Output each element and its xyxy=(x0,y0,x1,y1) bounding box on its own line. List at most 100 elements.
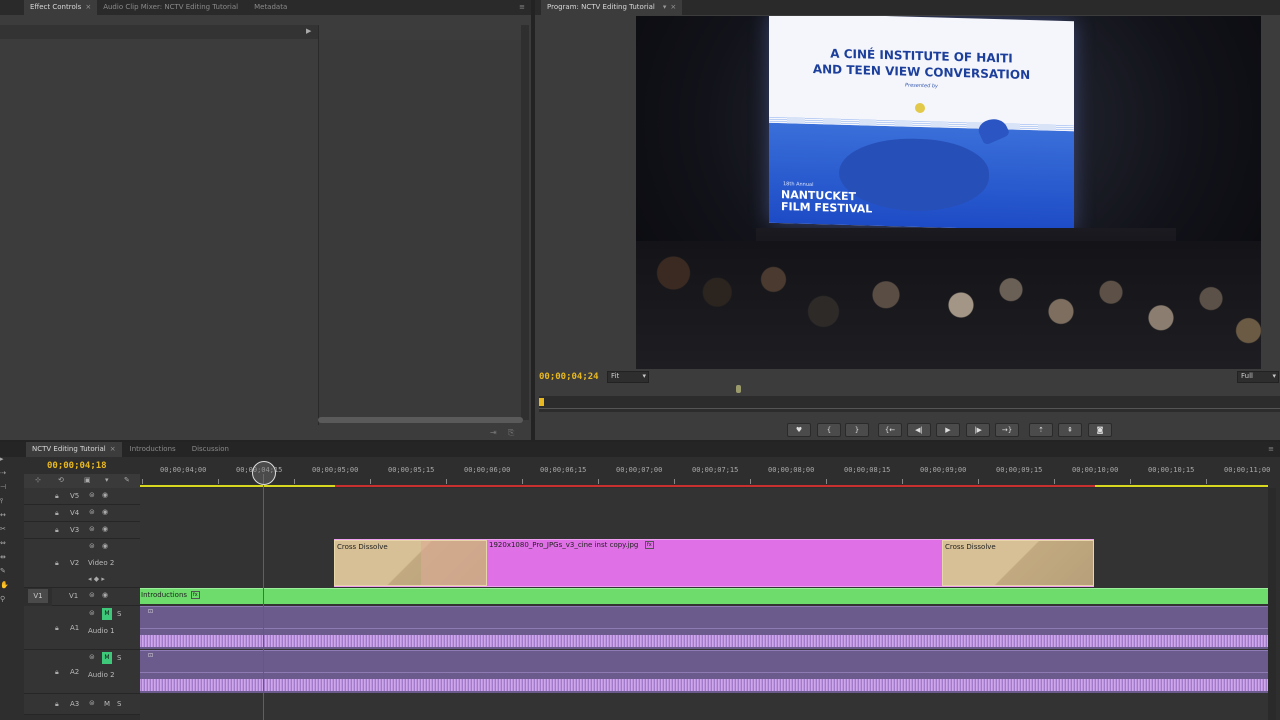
close-icon[interactable]: × xyxy=(110,445,116,453)
lock-icon[interactable]: 🔒︎ xyxy=(55,559,59,568)
quality-dropdown[interactable]: Full ▾ xyxy=(1237,371,1279,383)
sync-lock-icon[interactable]: ⊜ xyxy=(89,653,95,661)
rolling-edit-tool-icon[interactable]: ⫯ xyxy=(0,494,10,508)
mark-out-button[interactable]: } xyxy=(845,423,869,437)
sync-lock-icon[interactable]: ⊜ xyxy=(89,491,95,499)
fx-badge-icon[interactable]: ⊡ xyxy=(148,608,153,615)
eye-icon[interactable]: ◉ xyxy=(102,525,108,533)
tab-audio-clip-mixer[interactable]: Audio Clip Mixer: NCTV Editing Tutorial xyxy=(97,0,244,15)
mute-button[interactable]: M xyxy=(102,608,112,620)
sync-lock-icon[interactable]: ⊜ xyxy=(89,609,95,617)
add-marker-button[interactable]: ♥ xyxy=(787,423,811,437)
sync-lock-icon[interactable]: ⊜ xyxy=(89,591,95,599)
lock-icon[interactable]: 🔒︎ xyxy=(55,700,59,709)
horizontal-scrollbar[interactable] xyxy=(318,417,523,423)
extract-button[interactable]: ⇞ xyxy=(1058,423,1082,437)
mark-in-button[interactable]: { xyxy=(817,423,841,437)
play-button[interactable]: ▶ xyxy=(936,423,960,437)
export-icon[interactable]: ⇥ xyxy=(490,428,497,437)
step-back-button[interactable]: ◀| xyxy=(907,423,931,437)
work-area-bar-yellow-end[interactable] xyxy=(1095,485,1268,487)
sync-lock-icon[interactable]: ⊜ xyxy=(89,525,95,533)
eye-icon[interactable]: ◉ xyxy=(102,508,108,516)
mute-button[interactable]: M xyxy=(102,652,112,664)
eye-icon[interactable]: ◉ xyxy=(102,591,108,599)
close-icon[interactable]: × xyxy=(670,3,676,11)
lock-icon[interactable]: 🔒︎ xyxy=(55,668,59,677)
ripple-edit-tool-icon[interactable]: ⊣ xyxy=(0,480,10,494)
transition-cross-dissolve-1[interactable]: Cross Dissolve xyxy=(334,540,487,586)
fit-dropdown[interactable]: Fit ▾ xyxy=(607,371,649,383)
zoom-tool-icon[interactable]: ⚲ xyxy=(0,592,10,606)
vertical-scrollbar[interactable] xyxy=(521,25,529,420)
camera-icon[interactable]: ◙ xyxy=(1088,423,1112,437)
razor-tool-icon[interactable]: ✂ xyxy=(0,522,10,536)
tab-nctv-editing-tutorial[interactable]: NCTV Editing Tutorial × xyxy=(26,442,122,457)
slip-tool-icon[interactable]: ⇔ xyxy=(0,536,10,550)
lift-button[interactable]: ⇡ xyxy=(1029,423,1053,437)
sync-lock-icon[interactable]: ⊜ xyxy=(89,699,95,707)
playhead-handle[interactable] xyxy=(252,461,276,485)
work-area-bar-yellow[interactable] xyxy=(140,485,335,487)
fx-badge[interactable]: fx xyxy=(645,541,654,549)
solo-button[interactable]: S xyxy=(117,610,121,618)
mini-timeline[interactable] xyxy=(539,396,1280,412)
timeline-vertical-scrollbar[interactable] xyxy=(1268,488,1276,720)
pen-tool-icon[interactable]: ✎ xyxy=(0,564,10,578)
sync-lock-icon[interactable]: ⊜ xyxy=(89,542,95,550)
lock-icon[interactable]: 🔒︎ xyxy=(55,526,59,535)
work-area-bar-red[interactable] xyxy=(335,485,1095,487)
zoom-handle[interactable] xyxy=(736,385,741,393)
eye-icon[interactable]: ◉ xyxy=(102,542,108,550)
keyframe-nav-icon[interactable]: ◂ ◆ ▸ xyxy=(88,575,105,583)
panel-menu-icon[interactable]: ≡ xyxy=(513,0,531,15)
tab-discussion[interactable]: Discussion xyxy=(186,442,235,457)
tab-program[interactable]: Program: NCTV Editing Tutorial ▾ × xyxy=(541,0,683,15)
lock-icon[interactable]: 🔒︎ xyxy=(55,492,59,501)
time-ruler[interactable]: 00;00;04;00 00;00;04;15 00;00;05;00 00;00;0… xyxy=(140,466,1270,488)
fx-badge[interactable]: fx xyxy=(191,591,200,599)
effect-panel-tabbar: Effect Controls × Audio Clip Mixer: NCTV … xyxy=(0,0,531,15)
selection-tool-icon[interactable]: ▸ xyxy=(0,452,10,466)
go-to-out-button[interactable]: →} xyxy=(995,423,1019,437)
transition-cross-dissolve-2[interactable]: Cross Dissolve xyxy=(942,540,1094,586)
playhead-marker[interactable] xyxy=(539,398,544,406)
lock-icon[interactable]: 🔒︎ xyxy=(55,624,59,633)
source-patch-v1[interactable]: V1 xyxy=(28,589,48,603)
marker-icon[interactable]: ▾ xyxy=(105,476,109,484)
slide-tool-icon[interactable]: ⇹ xyxy=(0,550,10,564)
lock-icon[interactable]: 🔒︎ xyxy=(55,509,59,518)
snap-icon[interactable]: ⊹ xyxy=(35,476,41,484)
audio-clip-a1[interactable]: ⊡ xyxy=(140,606,1268,649)
settings-icon[interactable]: ⎘ xyxy=(508,428,514,438)
sync-lock-icon[interactable]: ⊜ xyxy=(89,508,95,516)
timeline-timecode[interactable]: 00;00;04;18 xyxy=(47,461,107,471)
step-forward-button[interactable]: |▶ xyxy=(966,423,990,437)
go-to-in-button[interactable]: {← xyxy=(878,423,902,437)
chevron-down-icon[interactable]: ▾ xyxy=(663,3,667,11)
ruler-tick-line xyxy=(218,479,219,484)
ruler-tick-label: 00;00;06;15 xyxy=(540,466,587,474)
eye-icon[interactable]: ◉ xyxy=(102,491,108,499)
linked-selection-icon[interactable]: ⟲ xyxy=(58,476,64,484)
mute-button[interactable]: M xyxy=(104,700,110,708)
track-select-tool-icon[interactable]: ⇢ xyxy=(0,466,10,480)
audio-clip-a2[interactable]: ⊡ xyxy=(140,650,1268,693)
hand-tool-icon[interactable]: ✋ xyxy=(0,578,10,592)
tab-metadata[interactable]: Metadata xyxy=(248,0,293,15)
wrench-icon[interactable]: ✎ xyxy=(124,476,130,484)
tab-introductions[interactable]: Introductions xyxy=(124,442,182,457)
tab-effect-controls[interactable]: Effect Controls × xyxy=(24,0,98,15)
fx-badge-icon[interactable]: ⊡ xyxy=(148,652,153,659)
panel-menu-icon[interactable]: ≡ xyxy=(1262,442,1280,457)
playhead-line[interactable] xyxy=(263,474,264,720)
solo-button[interactable]: S xyxy=(117,700,121,708)
solo-button[interactable]: S xyxy=(117,654,121,662)
program-timecode[interactable]: 00;00;04;24 xyxy=(539,372,599,382)
add-marker-icon[interactable]: ▣ xyxy=(84,476,91,484)
clip-introductions[interactable]: Introductions fx xyxy=(140,588,1268,604)
tab-label: Metadata xyxy=(254,3,288,11)
play-arrow-icon[interactable]: ▶ xyxy=(306,27,311,35)
rate-stretch-tool-icon[interactable]: ↔ xyxy=(0,508,10,522)
close-icon[interactable]: × xyxy=(85,3,91,11)
